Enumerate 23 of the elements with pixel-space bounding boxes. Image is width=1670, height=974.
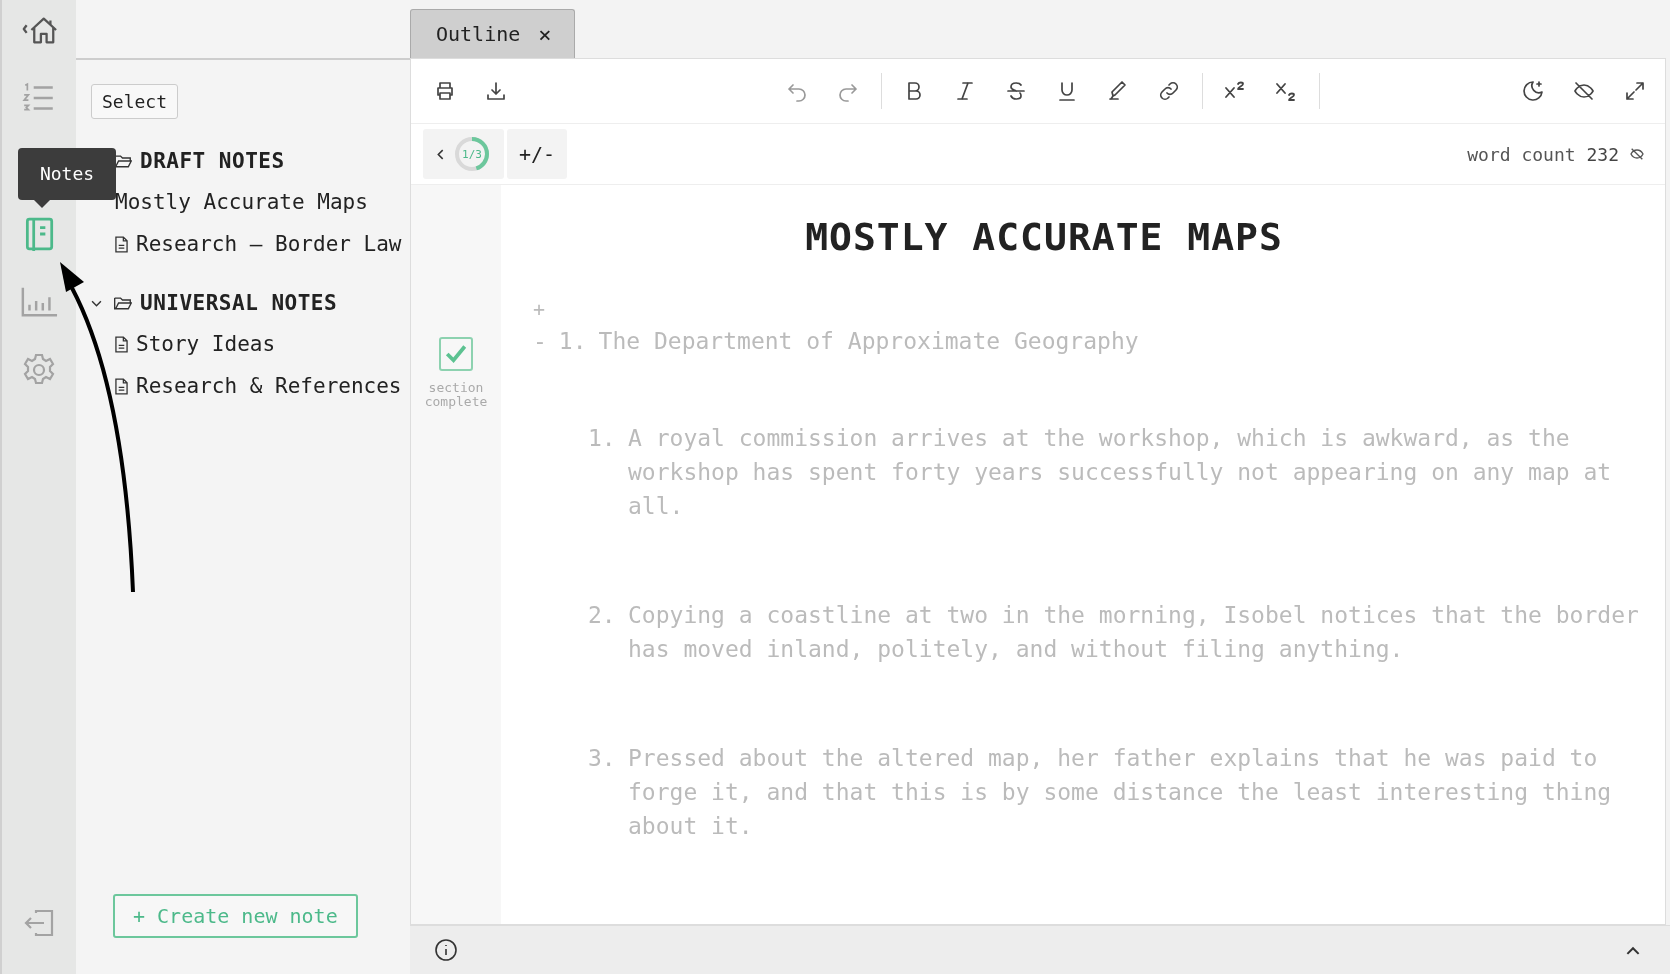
close-icon[interactable]: ×: [538, 21, 552, 47]
list-number: 1.: [558, 327, 587, 356]
toggle-button[interactable]: +/-: [507, 129, 568, 179]
list-number: 1.: [588, 424, 617, 453]
list-number: 2.: [588, 601, 617, 630]
document-title: MOSTLY ACCURATE MAPS: [804, 215, 1284, 259]
group-title[interactable]: UNIVERSAL NOTES: [140, 291, 338, 315]
group-title[interactable]: DRAFT NOTES: [140, 149, 285, 173]
note-item[interactable]: Research & References: [136, 374, 402, 398]
section-heading: The Department of Approximate Geography: [598, 327, 1139, 356]
tooltip: Notes: [18, 148, 116, 200]
outline-item: Copying a coastline at two in the morning, Isobel notices that the border has moved inland, politely, and without filing anything.: [628, 601, 1640, 664]
tab[interactable]: Outline ×: [410, 9, 575, 58]
note-item[interactable]: Story Ideas: [136, 332, 276, 356]
note-item[interactable]: Research — Border Law: [136, 232, 402, 256]
word-count: word count 232: [1467, 143, 1619, 165]
checkbox-label: section complete: [423, 381, 489, 409]
outline-item: A royal commission arrives at the workshop, which is awkward, as the workshop has spent forty years successfully not appearing on any map at all.: [628, 424, 1613, 521]
note-item[interactable]: Mostly Accurate Maps: [115, 190, 368, 214]
select-button[interactable]: Select: [91, 84, 179, 119]
progress-label: 1/3: [462, 147, 482, 161]
list-number: 3.: [588, 744, 617, 773]
outline-item: Pressed about the altered map, her father explains that he was paid to forge it, and that this is by some distance the least interesting thing about it.: [628, 744, 1613, 841]
